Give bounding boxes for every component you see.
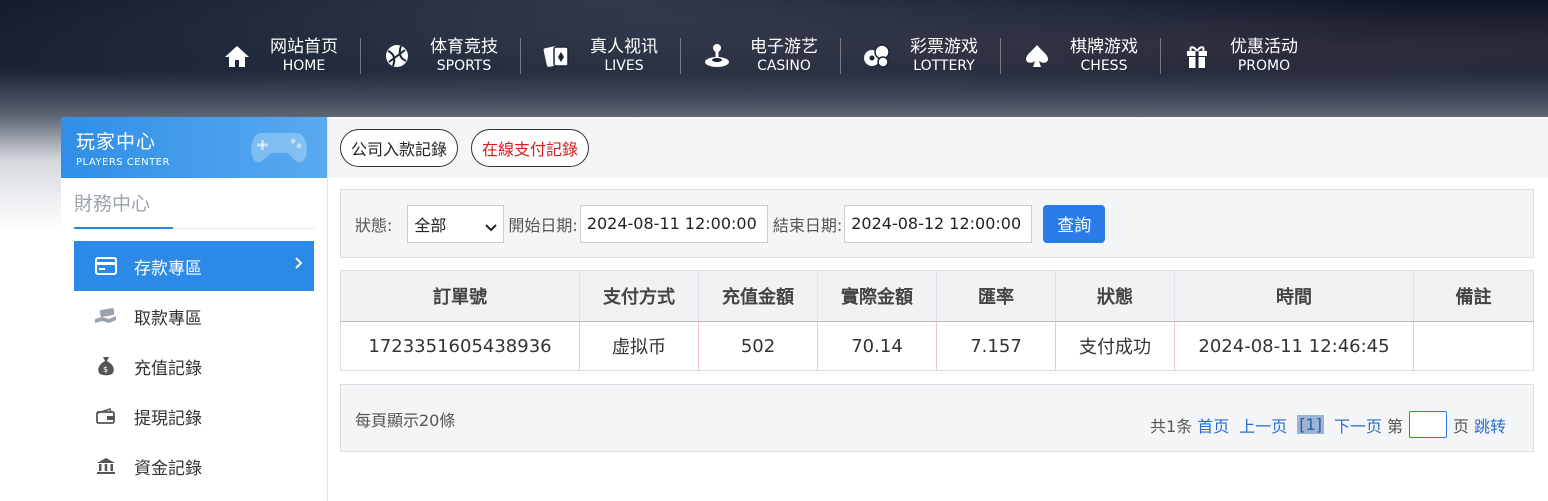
top-nav: 网站首页 HOME 体育竞技 SPORTS 真人视讯 LIVES 电子游艺 CASINO… xyxy=(200,30,1320,82)
home-icon xyxy=(222,41,252,71)
status-select-value: 全部 xyxy=(414,215,447,235)
nav-item-chess[interactable]: 棋牌游戏 CHESS xyxy=(1000,30,1160,82)
svg-text:$: $ xyxy=(103,365,108,374)
nav-sports-en: SPORTS xyxy=(436,57,492,74)
pagination-bar: 每頁顯示20條 共1条 首页 上一页 [1] 下一页 第 页 跳转 xyxy=(340,384,1534,452)
col-time: 時間 xyxy=(1174,270,1414,322)
filter-bar: 狀態: 全部 開始日期: 2024-08-11 12:00:00 結束日期: 2… xyxy=(340,189,1534,258)
records-table: 訂單號 支付方式 充值金額 實際金額 匯率 狀態 時間 備註 172335160… xyxy=(340,270,1534,371)
nav-item-sports[interactable]: 体育竞技 SPORTS xyxy=(360,30,520,82)
sidebar-menu: 存款專區 取款專區 $ 充值記錄 提現記錄 資金記錄 xyxy=(74,241,314,491)
finance-center-section: 財務中心 xyxy=(74,189,314,229)
cell-order-number: 1723351605438936 xyxy=(340,321,580,371)
nav-home-en: HOME xyxy=(282,57,326,74)
per-page-text: 每頁顯示20條 xyxy=(355,411,456,430)
nav-casino-cn: 电子游艺 xyxy=(750,37,818,58)
cell-actual-amount: 70.14 xyxy=(817,321,937,371)
players-center-header: 玩家中心 PLAYERS CENTER xyxy=(61,117,327,178)
cell-payment-method: 虚拟币 xyxy=(579,321,699,371)
page-number-input[interactable] xyxy=(1408,411,1447,438)
joystick-icon xyxy=(702,41,732,71)
nav-item-promo[interactable]: 优惠活动 PROMO xyxy=(1160,30,1320,82)
nav-lottery-en: LOTTERY xyxy=(913,57,975,74)
nav-item-home[interactable]: 网站首页 HOME xyxy=(200,30,360,82)
nav-lottery-cn: 彩票游戏 xyxy=(910,37,978,58)
next-page-link[interactable]: 下一页 xyxy=(1334,413,1382,437)
jump-link[interactable]: 跳转 xyxy=(1474,413,1506,437)
nav-chess-en: CHESS xyxy=(1080,57,1128,74)
total-count: 共1条 xyxy=(1150,416,1193,436)
finance-center-label: 財務中心 xyxy=(74,193,151,215)
cell-remark xyxy=(1414,322,1534,371)
col-payment-method: 支付方式 xyxy=(579,270,699,322)
cell-time: 2024-08-11 12:46:45 xyxy=(1174,321,1414,371)
col-order-number: 訂單號 xyxy=(340,270,580,322)
start-date-input[interactable]: 2024-08-11 12:00:00 xyxy=(579,204,768,243)
main-content: 公司入款記錄 在線支付記錄 狀態: 全部 開始日期: 2024-08-11 12… xyxy=(328,117,1548,501)
ball-icon xyxy=(382,41,412,71)
sidebar-item-label: 資金記錄 xyxy=(134,458,202,479)
sidebar-item-label: 存款專區 xyxy=(134,258,202,279)
nav-item-lives[interactable]: 真人视讯 LIVES xyxy=(520,30,680,82)
col-status: 狀態 xyxy=(1055,270,1175,322)
nav-item-casino[interactable]: 电子游艺 CASINO xyxy=(680,30,840,82)
first-page-link[interactable]: 首页 xyxy=(1197,413,1229,437)
col-recharge-amount: 充值金額 xyxy=(698,270,818,322)
sidebar: 玩家中心 PLAYERS CENTER 財務中心 存款專區 取款專區 $ 充值記… xyxy=(61,117,328,501)
sidebar-item-withdraw-records[interactable]: 提現記錄 xyxy=(74,391,314,441)
card-icon xyxy=(94,254,118,278)
prev-page-link[interactable]: 上一页 xyxy=(1239,413,1287,437)
sidebar-item-label: 充值記錄 xyxy=(134,358,202,379)
nav-sports-cn: 体育竞技 xyxy=(430,37,498,58)
nav-promo-cn: 优惠活动 xyxy=(1230,37,1298,58)
sidebar-item-label: 提現記錄 xyxy=(134,408,202,429)
gift-icon xyxy=(1182,41,1212,71)
chevron-down-icon xyxy=(485,218,498,237)
spade-icon xyxy=(1022,41,1052,71)
wallet-icon xyxy=(94,404,118,428)
col-exchange-rate: 匯率 xyxy=(936,270,1056,322)
current-page[interactable]: [1] xyxy=(1297,415,1324,434)
page-suffix: 页 xyxy=(1452,416,1469,436)
col-actual-amount: 實際金額 xyxy=(817,270,937,322)
bank-icon xyxy=(94,454,118,478)
status-label: 狀態: xyxy=(355,215,393,235)
start-date-label: 開始日期: xyxy=(508,215,578,235)
chevron-right-icon xyxy=(294,255,304,275)
nav-home-cn: 网站首页 xyxy=(270,37,338,58)
sidebar-item-recharge-records[interactable]: $ 充值記錄 xyxy=(74,341,314,391)
sidebar-item-deposit[interactable]: 存款專區 xyxy=(74,241,314,291)
hand-money-icon xyxy=(94,304,118,328)
end-date-input[interactable]: 2024-08-12 12:00:00 xyxy=(844,204,1033,243)
pagination-controls: 共1条 首页 上一页 [1] 下一页 第 页 跳转 xyxy=(1150,411,1511,438)
col-remark: 備註 xyxy=(1413,270,1534,322)
cards-icon xyxy=(542,41,572,71)
table-row: 1723351605438936 虚拟币 502 70.14 7.157 支付成… xyxy=(340,321,1534,371)
nav-chess-cn: 棋牌游戏 xyxy=(1070,37,1138,58)
nav-promo-en: PROMO xyxy=(1237,57,1291,74)
nav-item-lottery[interactable]: 彩票游戏 LOTTERY xyxy=(840,30,1000,82)
cell-exchange-rate: 7.157 xyxy=(936,321,1056,371)
nav-lives-en: LIVES xyxy=(604,57,644,74)
lottery-balls-icon xyxy=(862,41,892,71)
nav-casino-en: CASINO xyxy=(757,57,811,74)
tab-online-payment-records[interactable]: 在線支付記錄 xyxy=(471,128,590,167)
money-bag-icon: $ xyxy=(94,354,118,378)
gamepad-icon xyxy=(247,125,311,173)
query-button[interactable]: 查詢 xyxy=(1043,204,1106,243)
sidebar-item-label: 取款專區 xyxy=(134,308,202,329)
cell-status: 支付成功 xyxy=(1055,321,1175,371)
cell-recharge-amount: 502 xyxy=(698,321,818,371)
status-select[interactable]: 全部 xyxy=(407,204,505,243)
sidebar-item-fund-records[interactable]: 資金記錄 xyxy=(74,441,314,491)
sidebar-item-withdraw[interactable]: 取款專區 xyxy=(74,291,314,341)
nav-lives-cn: 真人视讯 xyxy=(590,37,658,58)
page-prefix: 第 xyxy=(1386,416,1403,436)
tab-company-deposit-records[interactable]: 公司入款記錄 xyxy=(340,128,459,167)
table-header-row: 訂單號 支付方式 充值金額 實際金額 匯率 狀態 時間 備註 xyxy=(340,270,1534,322)
end-date-label: 結束日期: xyxy=(772,215,843,235)
record-tabs: 公司入款記錄 在線支付記錄 xyxy=(328,117,1548,178)
